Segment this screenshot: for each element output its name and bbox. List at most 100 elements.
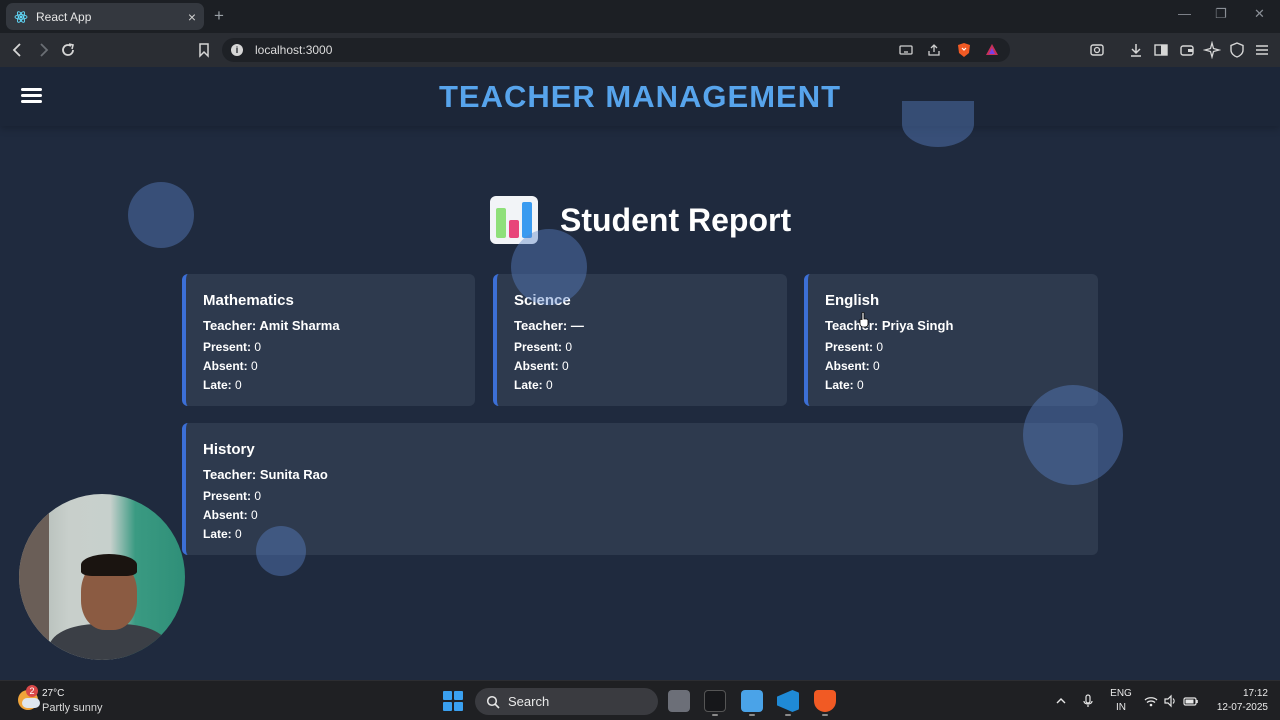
new-tab-icon[interactable]: + xyxy=(214,6,224,26)
cast-icon[interactable] xyxy=(898,42,914,58)
subject-name: Mathematics xyxy=(203,292,294,309)
system-clock[interactable]: 17:12 12-07-2025 xyxy=(1206,687,1268,715)
absent-line: Absent: 0 xyxy=(825,359,1081,373)
present-line: Present: 0 xyxy=(203,489,1081,503)
browser-tab[interactable]: React App × xyxy=(6,3,204,30)
language-code: ENG xyxy=(1110,688,1132,699)
absent-label: Absent: xyxy=(825,359,870,373)
subject-card: English Teacher: Priya Singh Present: 0 … xyxy=(804,274,1098,406)
present-label: Present: xyxy=(825,340,874,354)
teacher-name: — xyxy=(570,318,584,333)
teacher-line: Teacher: Amit Sharma xyxy=(203,318,458,333)
absent-count: 0 xyxy=(873,359,880,373)
restore-icon[interactable]: ❐ xyxy=(1215,6,1227,22)
present-label: Present: xyxy=(203,340,252,354)
late-label: Late: xyxy=(514,378,543,392)
forward-icon[interactable] xyxy=(34,41,52,59)
taskbar-search[interactable]: Search xyxy=(475,688,658,715)
vpn-icon[interactable] xyxy=(1228,41,1246,59)
microphone-icon[interactable] xyxy=(1080,693,1096,709)
decorative-bubble xyxy=(256,526,306,576)
terminal-app-icon[interactable] xyxy=(704,690,726,712)
temperature: 27°C xyxy=(42,688,65,699)
present-label: Present: xyxy=(514,340,563,354)
task-view-icon[interactable] xyxy=(668,690,690,712)
brave-app-icon[interactable] xyxy=(814,690,836,712)
teacher-line: Teacher: — xyxy=(514,318,770,333)
start-button-icon[interactable] xyxy=(443,691,463,711)
weather-widget[interactable]: 2 27°C Partly sunny xyxy=(18,685,108,715)
teacher-name: Priya Singh xyxy=(881,318,954,333)
teacher-label: Teacher: xyxy=(825,318,879,333)
clock-date: 12-07-2025 xyxy=(1216,702,1268,713)
vscode-app-icon[interactable] xyxy=(777,690,799,712)
late-count: 0 xyxy=(857,378,864,392)
share-icon[interactable] xyxy=(926,42,942,58)
download-icon[interactable] xyxy=(1127,41,1145,59)
late-label: Late: xyxy=(203,378,232,392)
teacher-label: Teacher: xyxy=(203,467,257,482)
leo-ai-icon[interactable] xyxy=(1202,40,1222,60)
subject-card: History Teacher: Sunita Rao Present: 0 A… xyxy=(182,423,1098,555)
clock-time: 17:12 xyxy=(1242,688,1268,699)
search-label: Search xyxy=(508,694,550,709)
decorative-bubble xyxy=(1023,385,1123,485)
late-label: Late: xyxy=(203,527,232,541)
present-count: 0 xyxy=(254,489,262,503)
region-code: IN xyxy=(1116,702,1126,713)
teacher-name: Sunita Rao xyxy=(259,467,328,482)
present-line: Present: 0 xyxy=(825,340,1081,354)
late-count: 0 xyxy=(235,527,242,541)
wallet-icon[interactable] xyxy=(1178,41,1196,59)
reload-icon[interactable] xyxy=(59,41,77,59)
search-icon xyxy=(486,695,500,709)
app-title: TEACHER MANAGEMENT xyxy=(438,79,842,114)
decorative-bubble xyxy=(511,229,587,305)
menu-icon[interactable] xyxy=(1253,41,1271,59)
app-header: TEACHER MANAGEMENT xyxy=(0,67,1280,126)
battery-icon[interactable] xyxy=(1183,693,1199,709)
absent-label: Absent: xyxy=(514,359,559,373)
weather-badge: 2 xyxy=(26,685,38,697)
present-count: 0 xyxy=(565,340,573,354)
late-count: 0 xyxy=(235,378,242,392)
present-label: Present: xyxy=(203,489,252,503)
site-info-icon[interactable]: i xyxy=(231,44,243,56)
late-line: Late: 0 xyxy=(514,378,770,392)
late-label: Late: xyxy=(825,378,854,392)
weather-condition: Partly sunny xyxy=(42,702,103,714)
windows-taskbar: 2 27°C Partly sunny Search ENG IN 17:12 … xyxy=(0,680,1280,720)
report-title: Student Report xyxy=(560,201,792,238)
wifi-icon[interactable] xyxy=(1143,693,1159,709)
back-icon[interactable] xyxy=(9,41,27,59)
webcam-overlay[interactable] xyxy=(19,494,185,660)
address-bar[interactable]: i localhost:3000 xyxy=(222,38,1010,62)
language-indicator[interactable]: ENG IN xyxy=(1108,687,1134,715)
browser-tab-bar: React App × + — ❐ ✕ xyxy=(0,0,1280,33)
present-count: 0 xyxy=(876,340,884,354)
late-count: 0 xyxy=(546,378,553,392)
teacher-label: Teacher: xyxy=(514,318,568,333)
chevron-up-icon[interactable] xyxy=(1053,693,1069,709)
app-page: TEACHER MANAGEMENT Student Report Mathem… xyxy=(0,67,1280,680)
absent-line: Absent: 0 xyxy=(514,359,770,373)
hand-cursor-icon xyxy=(859,312,869,328)
brave-shields-icon[interactable] xyxy=(956,42,972,58)
absent-label: Absent: xyxy=(203,359,248,373)
brave-rewards-icon[interactable] xyxy=(984,42,1000,58)
absent-count: 0 xyxy=(251,359,258,373)
screenshot-icon[interactable] xyxy=(1088,41,1106,59)
volume-icon[interactable] xyxy=(1162,693,1178,709)
address-url[interactable]: localhost:3000 xyxy=(255,43,332,57)
sidebar-icon[interactable] xyxy=(1152,41,1170,59)
tab-close-icon[interactable]: × xyxy=(188,9,196,25)
notepad-app-icon[interactable] xyxy=(741,690,763,712)
bookmark-icon[interactable] xyxy=(195,41,213,59)
tab-title: React App xyxy=(36,9,92,24)
decorative-bubble xyxy=(902,101,974,147)
window-close-icon[interactable]: ✕ xyxy=(1254,6,1265,22)
minimize-icon[interactable]: — xyxy=(1178,6,1191,21)
subject-card: Mathematics Teacher: Amit Sharma Present… xyxy=(182,274,475,406)
late-line: Late: 0 xyxy=(203,378,458,392)
absent-label: Absent: xyxy=(203,508,248,522)
